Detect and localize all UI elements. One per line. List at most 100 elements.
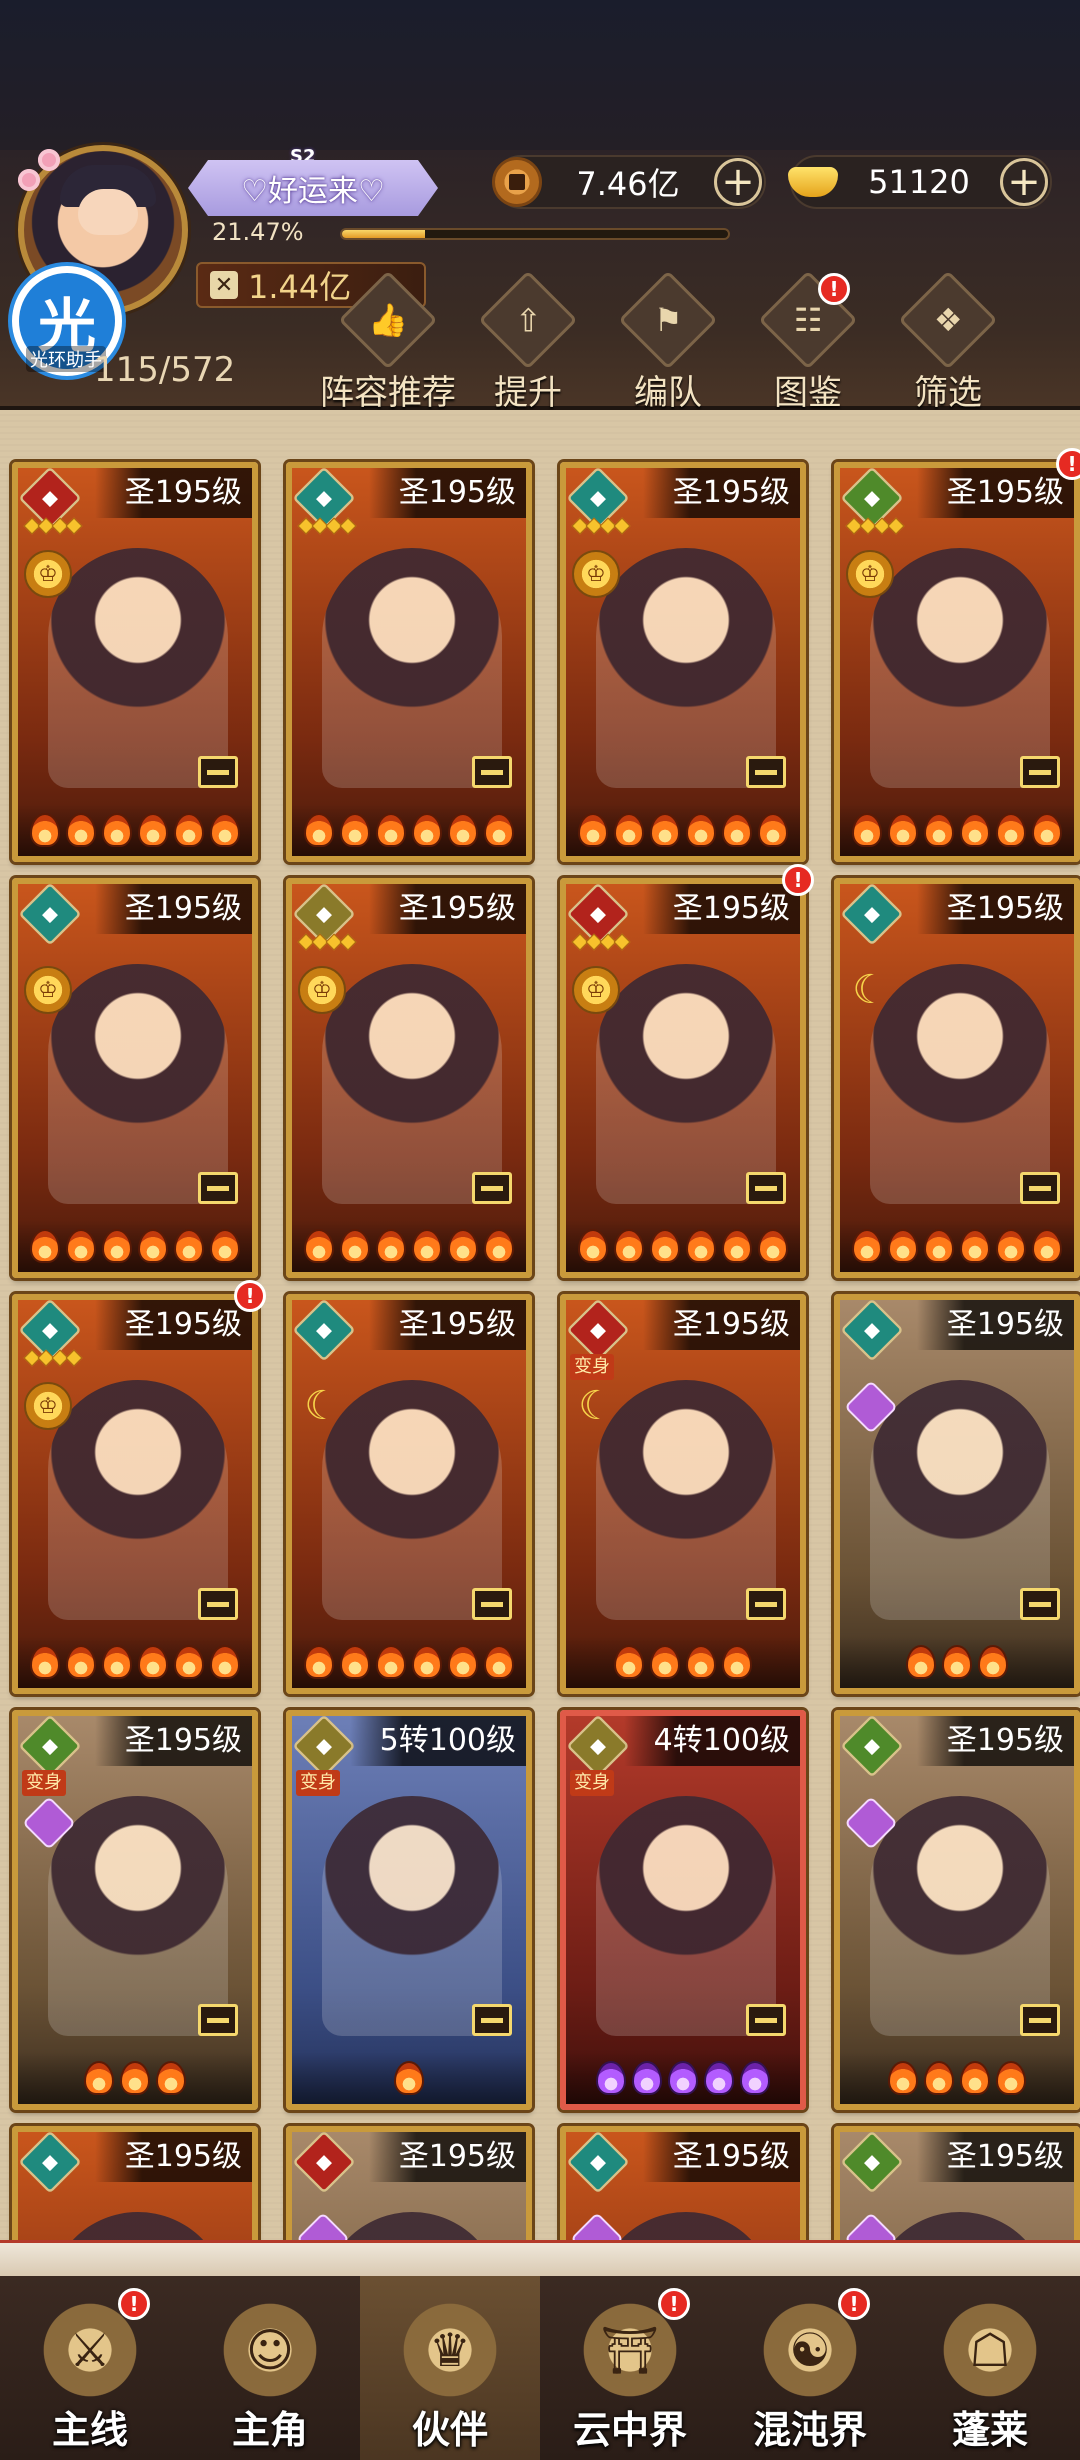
partner-level: 圣195级 — [916, 468, 1074, 518]
partner-card[interactable]: ◆ 圣195级变身 — [12, 1710, 258, 2110]
crown-rank-icon: ♔ — [24, 550, 72, 598]
partner-portrait — [870, 964, 1050, 1204]
equip-slot-icon[interactable] — [746, 2004, 786, 2036]
equip-slot-icon[interactable] — [746, 1588, 786, 1620]
alert-badge: ! — [234, 1280, 266, 1312]
partner-card[interactable]: ◆ 4转100级 变身 — [560, 1710, 806, 2110]
add-copper-button[interactable]: + — [714, 158, 762, 206]
flame-icon — [120, 2061, 150, 2095]
partner-level: 圣195级 — [916, 884, 1074, 934]
star-icon — [339, 933, 357, 951]
menu-button-3[interactable]: ☷ 图鉴! — [738, 270, 878, 414]
copper-coin-icon — [492, 157, 542, 207]
add-gold-button[interactable]: + — [1000, 158, 1048, 206]
element-icon: ◆ — [292, 1716, 356, 1778]
partner-grid[interactable]: ◆ 圣195级 ♔ ◆ 圣195级 ◆ 圣195级 ♔ ◆ 圣195级 ♔! ◆ 圣195级 ♔ ◆ 圣195… — [0, 410, 1080, 2270]
equip-slot-icon[interactable] — [472, 1588, 512, 1620]
nav-item-0[interactable]: ⚔ 主线! — [0, 2276, 180, 2460]
copper-resource: 7.46亿 + — [492, 155, 766, 209]
flame-icon — [924, 813, 954, 847]
partner-card[interactable]: ◆ 圣195级 ♔ — [560, 462, 806, 862]
flame-icon — [304, 1645, 334, 1679]
star-row — [571, 933, 631, 951]
transform-tag: 变身 — [22, 1770, 66, 1796]
menu-button-2[interactable]: ⚑ 编队 — [598, 270, 738, 414]
flame-icon — [1032, 813, 1062, 847]
flame-icon — [996, 813, 1026, 847]
flame-icon — [376, 1645, 406, 1679]
equip-slot-icon[interactable] — [746, 1172, 786, 1204]
partner-card[interactable]: ◆ 圣195级 — [834, 1294, 1080, 1694]
awaken-flames — [292, 804, 526, 856]
partner-level: 圣195级 — [916, 1300, 1074, 1350]
flame-icon — [852, 1229, 882, 1263]
equip-slot-icon[interactable] — [1020, 1588, 1060, 1620]
element-icon: ◆ — [18, 1716, 82, 1778]
flame-icon — [156, 2061, 186, 2095]
equip-slot-icon[interactable] — [746, 756, 786, 788]
partner-portrait — [48, 1380, 228, 1620]
flame-icon — [376, 1229, 406, 1263]
equip-slot-icon[interactable] — [1020, 2004, 1060, 2036]
menu-button-0[interactable]: 👍 阵容推荐 — [318, 270, 458, 414]
flame-icon — [340, 1645, 370, 1679]
flame-icon — [448, 1229, 478, 1263]
equip-slot-icon[interactable] — [472, 1172, 512, 1204]
equip-slot-icon[interactable] — [472, 2004, 512, 2036]
nav-label: 云中界 — [572, 2408, 687, 2452]
crown-rank-icon: ♔ — [572, 550, 620, 598]
partner-card[interactable]: ◆ 圣195级 — [834, 1710, 1080, 2110]
avatar-face — [78, 189, 138, 235]
menu-button-1[interactable]: ⇧ 提升 — [458, 270, 598, 414]
partner-card[interactable]: ◆ 圣195级 ♔ — [12, 1294, 258, 1694]
partner-portrait — [322, 548, 502, 788]
equip-slot-icon[interactable] — [198, 2004, 238, 2036]
player-name[interactable]: ♡好运来♡ — [188, 160, 438, 216]
partner-card[interactable]: ◆ 圣195级 ♔ — [12, 878, 258, 1278]
equip-slot-icon[interactable] — [1020, 1172, 1060, 1204]
partner-card[interactable]: ◆ 圣195级 ♔ — [560, 878, 806, 1278]
awaken-flames — [292, 2052, 526, 2104]
equip-slot-icon[interactable] — [198, 1172, 238, 1204]
equip-slot-icon[interactable] — [1020, 756, 1060, 788]
partner-card[interactable]: ◆ 5转100级 变身 — [286, 1710, 532, 2110]
partner-portrait — [322, 1796, 502, 2036]
partner-portrait — [596, 548, 776, 788]
flame-icon — [484, 1645, 514, 1679]
partner-level: 圣195级 — [642, 468, 800, 518]
flame-icon — [852, 813, 882, 847]
flame-icon — [888, 1229, 918, 1263]
equip-slot-icon[interactable] — [198, 1588, 238, 1620]
partner-card[interactable]: ◆ 圣195级 — [286, 462, 532, 862]
flame-icon — [340, 1229, 370, 1263]
nav-item-4[interactable]: ☯ 混沌界! — [720, 2276, 900, 2460]
flame-icon — [66, 813, 96, 847]
partner-portrait — [48, 964, 228, 1204]
partner-icon: ♛ — [400, 2300, 500, 2400]
partner-card[interactable]: ◆ 圣195级 ♔ — [286, 878, 532, 1278]
nav-item-1[interactable]: ☺ 主角 — [180, 2276, 360, 2460]
partner-card[interactable]: ◆ 圣195级 变身 ☾ — [560, 1294, 806, 1694]
nav-item-3[interactable]: ⛩ 云中界! — [540, 2276, 720, 2460]
partner-card[interactable]: ◆ 圣195级 ♔ — [12, 462, 258, 862]
flame-icon — [30, 1229, 60, 1263]
transform-tag: 变身 — [570, 1354, 614, 1380]
partner-card[interactable]: ◆ 圣195级 ♔ — [834, 462, 1080, 862]
nav-banner — [0, 2240, 1080, 2276]
nav-item-2[interactable]: ♛ 伙伴 — [360, 2276, 540, 2460]
nav-item-5[interactable]: ☖ 蓬莱 — [900, 2276, 1080, 2460]
flag-icon: ⚑ — [618, 270, 718, 370]
equip-slot-icon[interactable] — [472, 756, 512, 788]
partner-portrait — [870, 1380, 1050, 1620]
partner-card[interactable]: ◆ 圣195级 ☾ — [834, 878, 1080, 1278]
equip-slot-icon[interactable] — [198, 756, 238, 788]
partner-level: 圣195级 — [916, 2132, 1074, 2182]
moon-rank-icon: ☾ — [304, 1383, 340, 1429]
star-row — [571, 517, 631, 535]
partner-level: 圣195级 — [94, 1716, 252, 1766]
flame-icon — [960, 813, 990, 847]
awaken-flames — [840, 804, 1074, 856]
nav-label: 蓬莱 — [951, 2408, 1028, 2452]
menu-button-4[interactable]: ❖ 筛选 — [878, 270, 1018, 414]
partner-card[interactable]: ◆ 圣195级 ☾ — [286, 1294, 532, 1694]
